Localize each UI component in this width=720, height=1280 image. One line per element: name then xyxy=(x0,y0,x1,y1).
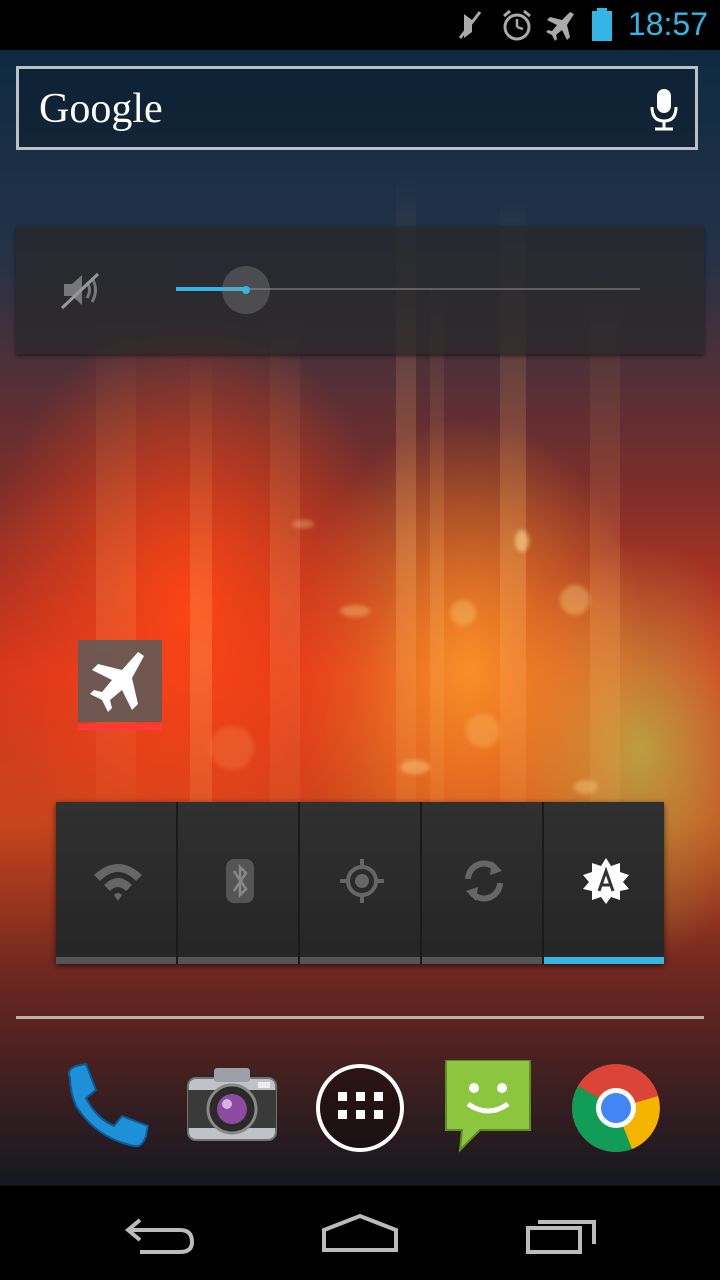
app-drawer-icon xyxy=(316,1064,404,1152)
gps-toggle[interactable] xyxy=(300,802,420,964)
sync-toggle[interactable] xyxy=(422,802,542,964)
airplane-icon xyxy=(90,652,144,712)
wifi-toggle[interactable] xyxy=(56,802,176,964)
camera-app[interactable] xyxy=(184,1060,280,1156)
bluetooth-toggle[interactable] xyxy=(178,802,298,964)
chrome-app[interactable] xyxy=(568,1060,664,1156)
back-icon[interactable] xyxy=(100,1204,220,1264)
power-control-widget xyxy=(56,802,664,964)
sync-indicator xyxy=(422,957,542,964)
google-search-bar[interactable]: Google xyxy=(16,66,698,150)
status-bar: 18:57 xyxy=(0,0,720,50)
auto-brightness-indicator xyxy=(544,957,664,964)
alarm-icon xyxy=(503,9,531,41)
wallpaper xyxy=(0,50,720,1185)
home-icon[interactable] xyxy=(300,1204,420,1264)
phone-icon xyxy=(67,1062,150,1148)
airplane-mode-icon xyxy=(546,12,574,41)
speaker-muted-icon[interactable] xyxy=(60,270,104,310)
recents-icon[interactable] xyxy=(502,1204,622,1264)
sync-icon xyxy=(465,860,503,902)
airplane-mode-toggle[interactable] xyxy=(78,640,162,730)
airplane-toggle-indicator xyxy=(78,724,162,730)
dock-divider xyxy=(16,1016,704,1019)
bluetooth-indicator xyxy=(178,957,298,964)
airplane-toggle-tile[interactable] xyxy=(78,640,162,722)
volume-slider-thumb[interactable] xyxy=(221,266,270,314)
auto-brightness-toggle[interactable] xyxy=(544,802,664,964)
app-drawer-button[interactable] xyxy=(312,1060,408,1156)
auto-brightness-icon xyxy=(583,858,629,904)
bluetooth-icon xyxy=(226,859,254,903)
wifi-indicator xyxy=(56,957,176,964)
gps-indicator xyxy=(300,957,420,964)
battery-icon xyxy=(592,8,612,41)
navigation-bar xyxy=(0,1186,720,1280)
clock: 18:57 xyxy=(627,6,708,42)
microphone-icon[interactable] xyxy=(649,87,679,133)
messaging-app[interactable] xyxy=(440,1059,536,1156)
google-logo: Google xyxy=(39,86,163,132)
mute-icon xyxy=(458,11,482,39)
messaging-icon xyxy=(445,1059,531,1153)
camera-icon xyxy=(187,1068,277,1141)
volume-widget xyxy=(16,226,704,354)
chrome-icon xyxy=(572,1064,660,1152)
phone-app[interactable] xyxy=(56,1060,152,1156)
wifi-icon xyxy=(94,864,142,901)
gps-icon xyxy=(340,859,384,903)
